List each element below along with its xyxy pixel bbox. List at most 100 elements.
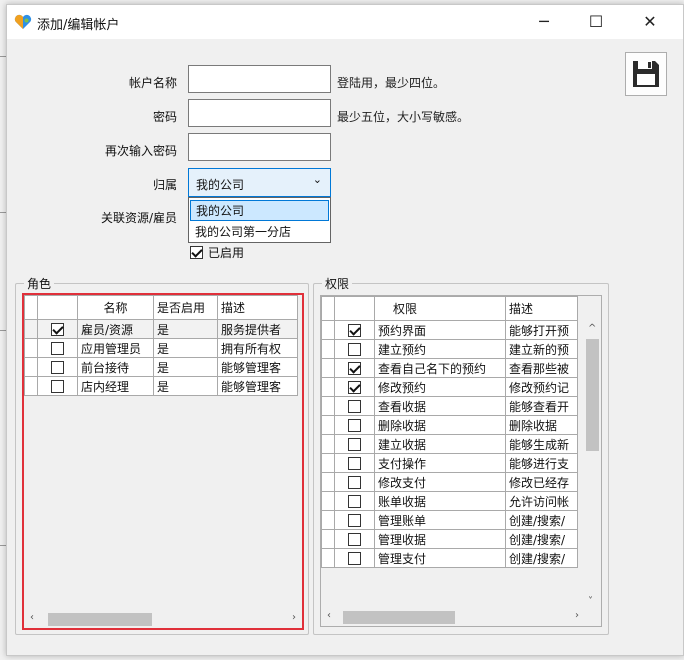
minimize-button[interactable]: ─ bbox=[521, 5, 567, 39]
row-checkbox-cell[interactable] bbox=[334, 529, 375, 549]
column-header[interactable]: 描述 bbox=[217, 295, 298, 320]
row-checkbox-cell[interactable] bbox=[334, 510, 375, 530]
row-checkbox[interactable] bbox=[348, 552, 361, 565]
row-header[interactable] bbox=[321, 339, 335, 359]
row-header[interactable] bbox=[321, 377, 335, 397]
row-checkbox[interactable] bbox=[348, 324, 361, 337]
permissions-vertical-scrollbar[interactable]: ^ ˅ bbox=[584, 321, 601, 609]
table-row[interactable]: 雇员/资源是服务提供者 bbox=[24, 319, 298, 339]
enabled-checkbox-box[interactable] bbox=[190, 246, 203, 259]
permission-name-cell[interactable]: 查看收据 bbox=[374, 396, 506, 416]
role-enabled-cell[interactable]: 是 bbox=[153, 357, 218, 377]
role-enabled-cell[interactable]: 是 bbox=[153, 319, 218, 339]
scroll-up-icon[interactable]: ^ bbox=[588, 323, 596, 334]
role-enabled-cell[interactable]: 是 bbox=[153, 338, 218, 358]
scroll-right-icon[interactable]: › bbox=[575, 610, 579, 621]
role-enabled-cell[interactable]: 是 bbox=[153, 376, 218, 396]
checkbox-column-header[interactable] bbox=[334, 296, 375, 321]
scroll-left-icon[interactable]: ‹ bbox=[327, 610, 331, 621]
permission-desc-cell[interactable]: 删除收据 bbox=[505, 415, 578, 435]
row-checkbox[interactable] bbox=[348, 419, 361, 432]
row-header[interactable] bbox=[321, 548, 335, 568]
row-header[interactable] bbox=[321, 453, 335, 473]
permission-name-cell[interactable]: 管理支付 bbox=[374, 548, 506, 568]
row-checkbox-cell[interactable] bbox=[334, 396, 375, 416]
permission-desc-cell[interactable]: 修改已经存 bbox=[505, 472, 578, 492]
permissions-grid[interactable]: 权限 描述 预约界面 能够打开预 建立预约 建立新的预 查看自己名下的预约 查看那些被 修改… bbox=[320, 295, 602, 627]
permission-name-cell[interactable]: 管理账单 bbox=[374, 510, 506, 530]
permission-desc-cell[interactable]: 查看那些被 bbox=[505, 358, 578, 378]
permission-name-cell[interactable]: 预约界面 bbox=[374, 320, 506, 340]
roles-horizontal-scrollbar[interactable]: ‹ › bbox=[24, 611, 302, 628]
permission-desc-cell[interactable]: 能够查看开 bbox=[505, 396, 578, 416]
row-checkbox-cell[interactable] bbox=[334, 358, 375, 378]
permissions-horizontal-scrollbar[interactable]: ‹ › bbox=[321, 609, 601, 626]
permission-desc-cell[interactable]: 建立新的预 bbox=[505, 339, 578, 359]
table-row[interactable]: 支付操作 能够进行支 bbox=[321, 453, 578, 473]
role-desc-cell[interactable]: 能够管理客 bbox=[217, 357, 298, 377]
scrollbar-thumb[interactable] bbox=[586, 339, 599, 451]
row-checkbox-cell[interactable] bbox=[334, 472, 375, 492]
permission-desc-cell[interactable]: 允许访问帐 bbox=[505, 491, 578, 511]
row-header[interactable] bbox=[321, 396, 335, 416]
row-header[interactable] bbox=[24, 319, 38, 339]
permission-desc-cell[interactable]: 创建/搜索/ bbox=[505, 548, 578, 568]
permission-desc-cell[interactable]: 能够生成新 bbox=[505, 434, 578, 454]
table-row[interactable]: 店内经理是能够管理客 bbox=[24, 376, 298, 396]
repeat-password-input[interactable] bbox=[188, 133, 331, 161]
row-checkbox-cell[interactable] bbox=[334, 491, 375, 511]
dropdown-option[interactable]: 我的公司 bbox=[190, 200, 329, 221]
table-row[interactable]: 修改预约 修改预约记 bbox=[321, 377, 578, 397]
role-desc-cell[interactable]: 能够管理客 bbox=[217, 376, 298, 396]
column-header[interactable]: 描述 bbox=[505, 296, 578, 321]
permission-name-cell[interactable]: 修改支付 bbox=[374, 472, 506, 492]
row-checkbox-cell[interactable] bbox=[334, 548, 375, 568]
row-header[interactable] bbox=[321, 529, 335, 549]
row-checkbox[interactable] bbox=[51, 323, 64, 336]
row-header[interactable] bbox=[321, 472, 335, 492]
save-button[interactable] bbox=[625, 52, 667, 96]
row-header[interactable] bbox=[321, 491, 335, 511]
permission-name-cell[interactable]: 修改预约 bbox=[374, 377, 506, 397]
permission-desc-cell[interactable]: 创建/搜索/ bbox=[505, 510, 578, 530]
maximize-button[interactable]: ☐ bbox=[573, 5, 619, 39]
permission-desc-cell[interactable]: 能够进行支 bbox=[505, 453, 578, 473]
row-header[interactable] bbox=[24, 338, 38, 358]
scroll-down-icon[interactable]: ˅ bbox=[588, 596, 593, 607]
roles-grid[interactable]: 名称 是否启用 描述 雇员/资源是服务提供者 应用管理员是拥有所有权 前台接待是能够… bbox=[22, 293, 304, 630]
row-checkbox-cell[interactable] bbox=[37, 319, 78, 339]
row-checkbox[interactable] bbox=[348, 476, 361, 489]
title-bar[interactable]: 添加/编辑帐户 ─ ☐ ✕ bbox=[7, 5, 683, 39]
row-checkbox[interactable] bbox=[348, 381, 361, 394]
table-row[interactable]: 管理账单 创建/搜索/ bbox=[321, 510, 578, 530]
permission-desc-cell[interactable]: 能够打开预 bbox=[505, 320, 578, 340]
role-desc-cell[interactable]: 拥有所有权 bbox=[217, 338, 298, 358]
row-checkbox-cell[interactable] bbox=[334, 339, 375, 359]
table-row[interactable]: 查看收据 能够查看开 bbox=[321, 396, 578, 416]
scrollbar-thumb[interactable] bbox=[343, 611, 455, 624]
table-row[interactable]: 建立预约 建立新的预 bbox=[321, 339, 578, 359]
dropdown-option[interactable]: 我的公司第一分店 bbox=[190, 222, 329, 243]
belongs-combobox[interactable]: 我的公司 ⌄ bbox=[188, 168, 331, 197]
row-checkbox-cell[interactable] bbox=[334, 453, 375, 473]
row-header[interactable] bbox=[321, 510, 335, 530]
row-header[interactable] bbox=[321, 434, 335, 454]
row-checkbox-cell[interactable] bbox=[334, 320, 375, 340]
role-desc-cell[interactable]: 服务提供者 bbox=[217, 319, 298, 339]
scroll-right-icon[interactable]: › bbox=[292, 612, 296, 623]
table-row[interactable]: 管理支付 创建/搜索/ bbox=[321, 548, 578, 568]
permission-name-cell[interactable]: 支付操作 bbox=[374, 453, 506, 473]
row-checkbox[interactable] bbox=[348, 400, 361, 413]
row-header[interactable] bbox=[321, 358, 335, 378]
column-header[interactable]: 权限 bbox=[374, 296, 506, 321]
table-row[interactable]: 预约界面 能够打开预 bbox=[321, 320, 578, 340]
checkbox-column-header[interactable] bbox=[37, 295, 78, 320]
table-row[interactable]: 建立收据 能够生成新 bbox=[321, 434, 578, 454]
permission-desc-cell[interactable]: 修改预约记 bbox=[505, 377, 578, 397]
row-header[interactable] bbox=[321, 415, 335, 435]
table-row[interactable]: 应用管理员是拥有所有权 bbox=[24, 338, 298, 358]
password-input[interactable] bbox=[188, 99, 331, 127]
row-checkbox[interactable] bbox=[51, 380, 64, 393]
row-checkbox[interactable] bbox=[348, 457, 361, 470]
row-checkbox[interactable] bbox=[348, 514, 361, 527]
